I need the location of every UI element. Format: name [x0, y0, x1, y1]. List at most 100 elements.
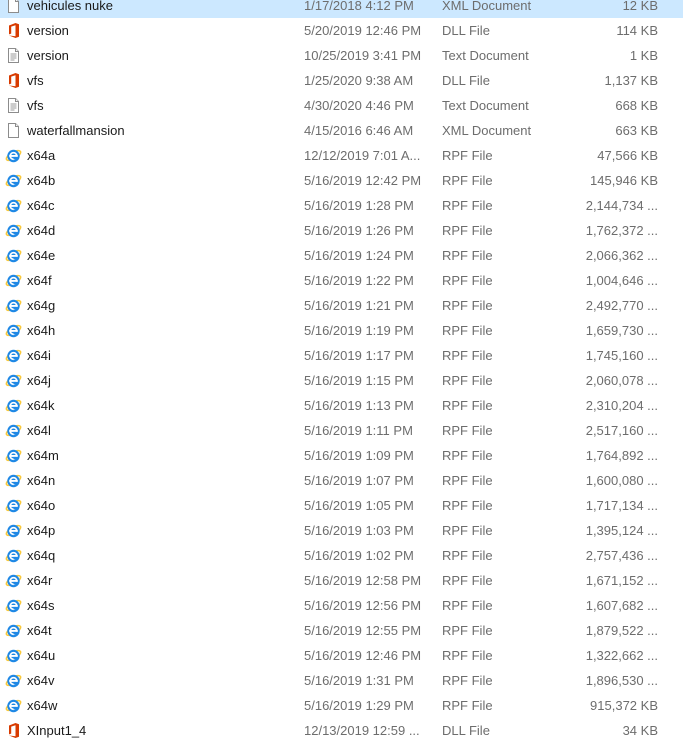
date-modified: 1/25/2020 9:38 AM — [304, 73, 414, 88]
file-row[interactable]: x64l 5/16/2019 1:11 PM RPF File 2,517,160 .… — [0, 418, 683, 443]
file-size: 668 KB — [615, 98, 658, 113]
file-row[interactable]: version 5/20/2019 12:46 PM DLL File 114 KB — [0, 18, 683, 43]
file-type: Text Document — [442, 98, 529, 113]
internet-explorer-icon — [5, 497, 22, 514]
file-type: RPF File — [442, 373, 493, 388]
file-type: RPF File — [442, 298, 493, 313]
internet-explorer-icon — [5, 297, 22, 314]
file-size: 114 KB — [616, 23, 658, 38]
file-size: 1 KB — [629, 48, 658, 63]
file-row[interactable]: vfs 4/30/2020 4:46 PM Text Document 668 KB — [0, 93, 683, 118]
file-row[interactable]: version 10/25/2019 3:41 PM Text Document 1 … — [0, 43, 683, 68]
internet-explorer-icon — [5, 197, 22, 214]
date-modified: 5/16/2019 1:19 PM — [304, 323, 414, 338]
file-row[interactable]: x64v 5/16/2019 1:31 PM RPF File 1,896,530 .… — [0, 668, 683, 693]
file-type: RPF File — [442, 448, 493, 463]
date-modified: 5/16/2019 1:22 PM — [304, 273, 414, 288]
file-name: x64b — [27, 173, 56, 188]
file-row[interactable]: x64d 5/16/2019 1:26 PM RPF File 1,762,372 .… — [0, 218, 683, 243]
date-modified: 5/16/2019 1:31 PM — [304, 673, 414, 688]
file-row[interactable]: x64a 12/12/2019 7:01 A... RPF File 47,566 K… — [0, 143, 683, 168]
file-size: 1,762,372 ... — [585, 223, 658, 238]
file-row[interactable]: x64g 5/16/2019 1:21 PM RPF File 2,492,770 .… — [0, 293, 683, 318]
file-name: x64i — [27, 348, 51, 363]
date-modified: 5/16/2019 12:58 PM — [304, 573, 422, 588]
file-name: version — [27, 48, 69, 63]
file-name: x64t — [27, 623, 52, 638]
file-size: 1,600,080 ... — [585, 473, 658, 488]
file-name: x64g — [27, 298, 56, 313]
file-type: RPF File — [442, 548, 493, 563]
document-icon — [5, 122, 22, 139]
file-type: RPF File — [442, 698, 493, 713]
file-name: x64a — [27, 148, 56, 163]
file-type: RPF File — [442, 273, 493, 288]
file-row[interactable]: vehicules nuke 1/17/2018 4:12 PM XML Docum… — [0, 0, 683, 18]
file-size: 1,896,530 ... — [585, 673, 658, 688]
file-row[interactable]: x64f 5/16/2019 1:22 PM RPF File 1,004,646 .… — [0, 268, 683, 293]
file-row[interactable]: x64n 5/16/2019 1:07 PM RPF File 1,600,080 .… — [0, 468, 683, 493]
internet-explorer-icon — [5, 422, 22, 439]
file-type: DLL File — [442, 723, 490, 738]
file-row[interactable]: x64w 5/16/2019 1:29 PM RPF File 915,372 KB — [0, 693, 683, 718]
date-modified: 5/16/2019 1:13 PM — [304, 398, 414, 413]
file-name: x64d — [27, 223, 56, 238]
internet-explorer-icon — [5, 397, 22, 414]
file-type: RPF File — [442, 523, 493, 538]
file-row[interactable]: x64k 5/16/2019 1:13 PM RPF File 2,310,204 .… — [0, 393, 683, 418]
file-type: RPF File — [442, 348, 493, 363]
file-row[interactable]: x64e 5/16/2019 1:24 PM RPF File 2,066,362 .… — [0, 243, 683, 268]
file-size: 1,395,124 ... — [585, 523, 658, 538]
file-row[interactable]: x64s 5/16/2019 12:56 PM RPF File 1,607,682 … — [0, 593, 683, 618]
internet-explorer-icon — [5, 672, 22, 689]
internet-explorer-icon — [5, 572, 22, 589]
file-type: DLL File — [442, 23, 490, 38]
file-name: x64m — [27, 448, 59, 463]
file-name: x64p — [27, 523, 56, 538]
file-row[interactable]: XInput1_4 12/13/2019 12:59 ... DLL File 34 … — [0, 718, 683, 743]
internet-explorer-icon — [5, 172, 22, 189]
file-row[interactable]: x64h 5/16/2019 1:19 PM RPF File 1,659,730 .… — [0, 318, 683, 343]
date-modified: 5/16/2019 1:26 PM — [304, 223, 414, 238]
file-row[interactable]: x64u 5/16/2019 12:46 PM RPF File 1,322,662 … — [0, 643, 683, 668]
file-row[interactable]: x64r 5/16/2019 12:58 PM RPF File 1,671,152 … — [0, 568, 683, 593]
file-row[interactable]: x64m 5/16/2019 1:09 PM RPF File 1,764,892 .… — [0, 443, 683, 468]
file-name: x64c — [27, 198, 55, 213]
file-row[interactable]: x64t 5/16/2019 12:55 PM RPF File 1,879,522 … — [0, 618, 683, 643]
file-size: 47,566 KB — [597, 148, 658, 163]
date-modified: 10/25/2019 3:41 PM — [304, 48, 422, 63]
file-type: RPF File — [442, 423, 493, 438]
file-row[interactable]: vfs 1/25/2020 9:38 AM DLL File 1,137 KB — [0, 68, 683, 93]
file-type: XML Document — [442, 123, 532, 138]
internet-explorer-icon — [5, 522, 22, 539]
date-modified: 5/16/2019 1:11 PM — [304, 423, 413, 438]
file-size: 1,745,160 ... — [585, 348, 658, 363]
date-modified: 5/16/2019 1:29 PM — [304, 698, 414, 713]
file-row[interactable]: x64c 5/16/2019 1:28 PM RPF File 2,144,734 .… — [0, 193, 683, 218]
file-row[interactable]: x64q 5/16/2019 1:02 PM RPF File 2,757,436 .… — [0, 543, 683, 568]
file-name: x64u — [27, 648, 56, 663]
file-row[interactable]: x64j 5/16/2019 1:15 PM RPF File 2,060,078 .… — [0, 368, 683, 393]
date-modified: 5/16/2019 1:21 PM — [304, 298, 414, 313]
file-row[interactable]: x64o 5/16/2019 1:05 PM RPF File 1,717,134 .… — [0, 493, 683, 518]
date-modified: 5/20/2019 12:46 PM — [304, 23, 422, 38]
file-name: XInput1_4 — [27, 723, 87, 738]
date-modified: 5/16/2019 12:55 PM — [304, 623, 422, 638]
file-name: x64j — [27, 373, 51, 388]
file-size: 1,607,682 ... — [585, 598, 658, 613]
file-size: 1,879,522 ... — [585, 623, 658, 638]
file-type: RPF File — [442, 223, 493, 238]
file-row[interactable]: x64p 5/16/2019 1:03 PM RPF File 1,395,124 .… — [0, 518, 683, 543]
date-modified: 5/16/2019 12:46 PM — [304, 648, 422, 663]
file-size: 12 KB — [622, 0, 658, 13]
file-name: version — [27, 23, 69, 38]
file-size: 2,066,362 ... — [585, 248, 658, 263]
internet-explorer-icon — [5, 447, 22, 464]
file-name: vehicules nuke — [27, 0, 113, 13]
date-modified: 5/16/2019 1:05 PM — [304, 498, 414, 513]
file-type: RPF File — [442, 148, 493, 163]
file-row[interactable]: waterfallmansion 4/15/2016 6:46 AM XML Doc… — [0, 118, 683, 143]
file-row[interactable]: x64i 5/16/2019 1:17 PM RPF File 1,745,160 .… — [0, 343, 683, 368]
file-row[interactable]: x64b 5/16/2019 12:42 PM RPF File 145,946 KB — [0, 168, 683, 193]
date-modified: 5/16/2019 1:03 PM — [304, 523, 414, 538]
